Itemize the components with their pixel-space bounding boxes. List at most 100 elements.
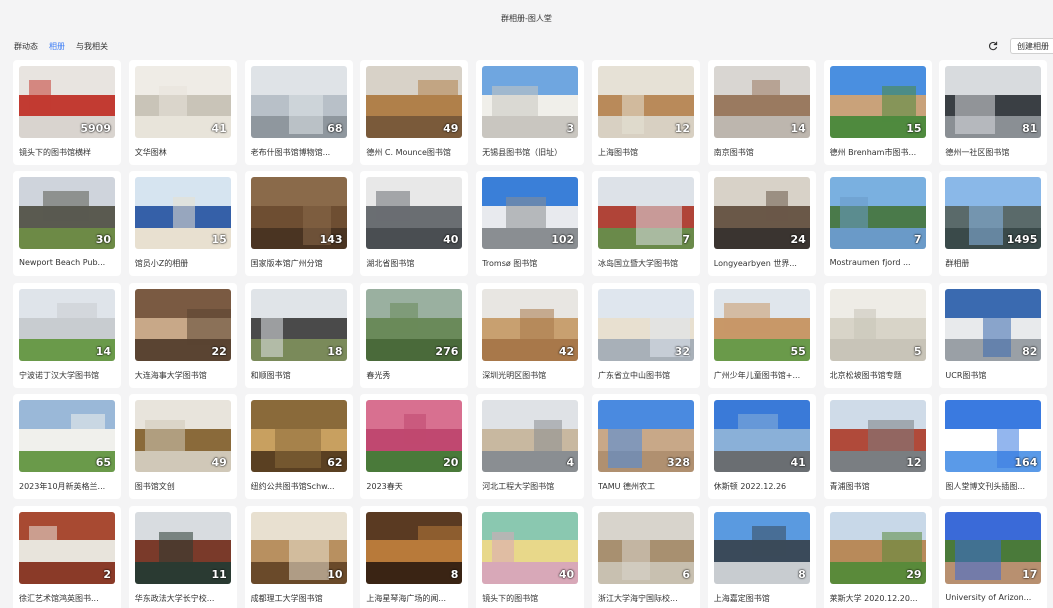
album-cover-image: 41: [134, 66, 231, 138]
album-card[interactable]: 41 文华图林: [128, 60, 237, 165]
album-card[interactable]: 40 湖北省图书馆: [360, 171, 469, 277]
album-title: 国家版本馆广州分馆: [250, 259, 323, 269]
album-card[interactable]: 18 和顺图书馆: [244, 282, 353, 388]
photo-count-badge: 14: [95, 344, 111, 358]
album-cover-image: 164: [945, 400, 1042, 473]
album-cover-image: 49: [134, 400, 231, 473]
album-card[interactable]: 15 德州 Brenham市图书...: [823, 60, 932, 165]
album-title: 图书馆文创: [134, 482, 175, 492]
album-card[interactable]: 22 大连海事大学图书馆: [128, 282, 237, 388]
album-card[interactable]: 11 华东政法大学长宁校...: [128, 505, 237, 608]
album-card[interactable]: 3 无锡县图书馆（旧址）: [476, 60, 585, 165]
album-card[interactable]: 14 南京图书馆: [707, 60, 816, 165]
album-title: 2023春天: [366, 482, 403, 492]
album-card[interactable]: 12 青浦图书馆: [823, 394, 932, 500]
album-card[interactable]: 10 成都理工大学图书馆: [244, 505, 353, 608]
album-card[interactable]: 143 国家版本馆广州分馆: [244, 171, 353, 277]
album-card[interactable]: 7 冰岛国立暨大学图书馆: [591, 171, 700, 277]
album-cover-image: 15: [134, 177, 231, 250]
album-title: 成都理工大学图书馆: [250, 593, 323, 603]
album-card[interactable]: 40 镜头下的图书馆: [476, 505, 585, 608]
tab-related-to-me[interactable]: 与我相关: [76, 41, 108, 52]
album-cover-image: 49: [366, 66, 463, 138]
album-title: 冰岛国立暨大学图书馆: [597, 259, 678, 269]
album-card[interactable]: 15 馆员小Z的相册: [128, 171, 237, 277]
photo-count-badge: 14: [790, 122, 806, 135]
album-title: TAMU 德州农工: [597, 482, 656, 492]
album-cover-image: 4: [482, 400, 579, 473]
album-card[interactable]: 65 2023年10月新英格兰...: [13, 394, 121, 500]
album-card[interactable]: 42 深圳光明区图书馆: [476, 282, 585, 388]
album-card[interactable]: 102 Tromsø 图书馆: [476, 171, 585, 277]
tab-albums[interactable]: 相册: [49, 41, 65, 52]
album-card[interactable]: 55 广州少年儿童图书馆+...: [707, 282, 816, 388]
photo-count-badge: 12: [906, 456, 922, 470]
photo-count-badge: 12: [674, 122, 690, 135]
album-cover-image: 14: [19, 288, 115, 361]
album-card[interactable]: 49 图书馆文创: [128, 394, 237, 500]
album-card[interactable]: 32 广东省立中山图书馆: [591, 282, 700, 388]
tab-group-feed[interactable]: 群动态: [14, 41, 38, 52]
album-card[interactable]: 68 老布什图书馆博物馆...: [244, 60, 353, 165]
album-card[interactable]: 6 浙江大学海宁国际校...: [591, 505, 700, 608]
album-card[interactable]: 29 莱斯大学 2020.12.20...: [823, 505, 932, 608]
album-card[interactable]: 24 Longyearbyen 世界...: [707, 171, 816, 277]
album-title: 群相册: [945, 259, 970, 269]
album-card[interactable]: 8 上海星琴海广场的闻...: [360, 505, 469, 608]
album-cover-image: 30: [19, 177, 115, 250]
album-card[interactable]: 8 上海嘉定图书馆: [707, 505, 816, 608]
album-card[interactable]: 276 春光秀: [360, 282, 469, 388]
album-title: 春光秀: [366, 370, 391, 380]
nav-bar: 群动态 相册 与我相关 创建相册: [0, 36, 1053, 56]
album-title: UCR图书馆: [945, 370, 987, 380]
album-title: 德州 C. Mounce图书馆: [366, 148, 451, 157]
photo-count-badge: 4: [566, 456, 575, 470]
photo-count-badge: 10: [327, 567, 343, 581]
photo-count-badge: 7: [682, 233, 690, 247]
refresh-icon[interactable]: [986, 39, 1000, 53]
album-card[interactable]: 41 休斯顿 2022.12.26: [707, 394, 816, 500]
album-card[interactable]: 17 University of Arizon...: [939, 505, 1048, 608]
album-cover-image: 12: [597, 66, 694, 138]
album-card[interactable]: 30 Newport Beach Pub...: [13, 171, 121, 277]
album-card[interactable]: 7 Mostraumen fjord ...: [823, 171, 932, 277]
photo-count-badge: 6: [682, 567, 690, 581]
photo-count-badge: 8: [798, 567, 806, 581]
album-card[interactable]: 12 上海图书馆: [591, 60, 700, 165]
album-card[interactable]: 164 图人堂博文刊头插图...: [939, 394, 1048, 500]
album-grid: 5909 镜头下的图书馆横样 41 文华图林 68 老布什图书馆博物馆... 49 德州 C.…: [13, 60, 1048, 608]
album-card[interactable]: 1495 群相册: [939, 171, 1048, 277]
photo-count-badge: 42: [558, 344, 575, 358]
album-title: 广州少年儿童图书馆+...: [713, 370, 801, 380]
photo-count-badge: 7: [913, 233, 922, 247]
album-title: 广东省立中山图书馆: [597, 370, 670, 380]
album-title: 2023年10月新英格兰...: [19, 482, 106, 492]
album-card[interactable]: 4 河北工程大学图书馆: [476, 394, 585, 500]
album-cover-image: 328: [597, 400, 694, 473]
album-card[interactable]: 81 德州一社区图书馆: [939, 60, 1048, 165]
album-cover-image: 11: [134, 511, 231, 584]
photo-count-badge: 68: [327, 122, 343, 135]
window-title: 群相册-图人堂: [501, 13, 552, 23]
photo-count-badge: 49: [211, 456, 227, 470]
album-card[interactable]: 5 北京松坡图书馆专题: [823, 282, 932, 388]
photo-count-badge: 2: [103, 567, 111, 581]
album-cover-image: 29: [829, 511, 926, 584]
album-cover-image: 32: [597, 288, 694, 361]
album-card[interactable]: 14 宁波诺丁汉大学图书馆: [13, 282, 121, 388]
album-card[interactable]: 328 TAMU 德州农工: [591, 394, 700, 500]
album-title: 浙江大学海宁国际校...: [597, 593, 678, 603]
album-card[interactable]: 82 UCR图书馆: [939, 282, 1048, 388]
create-album-button[interactable]: 创建相册: [1010, 38, 1053, 54]
album-card[interactable]: 20 2023春天: [360, 394, 469, 500]
album-title: 德州 Brenham市图书...: [829, 148, 917, 157]
album-cover-image: 276: [366, 288, 463, 361]
album-card[interactable]: 49 德州 C. Mounce图书馆: [360, 60, 469, 165]
album-cover-image: 6: [597, 511, 694, 584]
photo-count-badge: 40: [558, 567, 575, 581]
album-card[interactable]: 62 纽约公共图书馆Schw...: [244, 394, 353, 500]
album-card[interactable]: 2 徐汇艺术馆鸿英图书...: [13, 505, 121, 608]
photo-count-badge: 65: [95, 456, 111, 470]
album-title: 和顺图书馆: [250, 370, 291, 380]
album-card[interactable]: 5909 镜头下的图书馆横样: [13, 60, 121, 165]
